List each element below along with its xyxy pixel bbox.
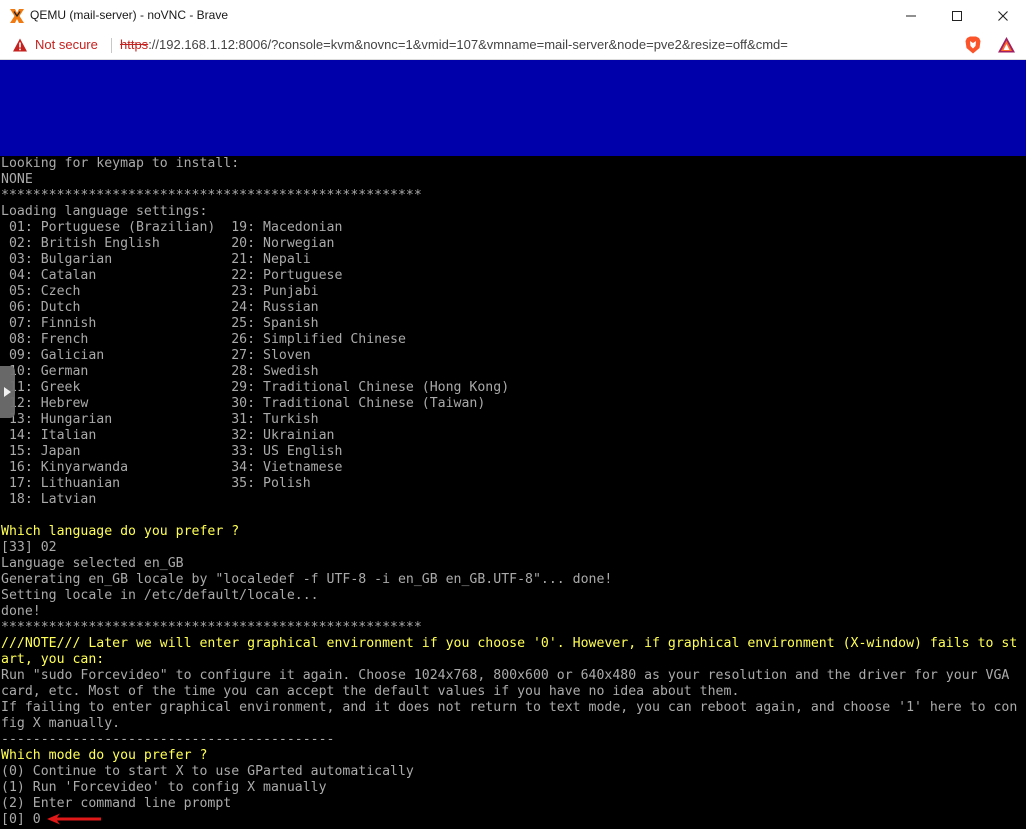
novnc-sidebar-handle[interactable]	[0, 366, 15, 418]
qemu-app-icon	[10, 9, 24, 23]
terminal-line: Loading language settings:	[1, 204, 208, 219]
terminal-line: [33] 02	[1, 540, 57, 555]
terminal-line: 15: Japan 33: US English	[1, 444, 343, 459]
terminal-line: 01: Portuguese (Brazilian) 19: Macedonia…	[1, 220, 343, 235]
close-icon	[998, 10, 1008, 21]
terminal-line: 16: Kinyarwanda 34: Vietnamese	[1, 460, 343, 475]
terminal-line: 07: Finnish 25: Spanish	[1, 316, 319, 331]
console-blue-banner	[0, 60, 1026, 156]
terminal-line: ****************************************…	[1, 188, 422, 203]
minimize-icon	[906, 15, 916, 16]
terminal-line: 17: Lithuanian 35: Polish	[1, 476, 311, 491]
terminal-line: done!	[1, 604, 41, 619]
terminal-line: 13: Hungarian 31: Turkish	[1, 412, 319, 427]
not-secure-label[interactable]: Not secure	[35, 37, 98, 52]
chevron-right-icon	[4, 387, 11, 397]
minimize-button[interactable]	[888, 0, 934, 31]
terminal-line: 18: Latvian	[1, 492, 97, 507]
address-separator	[111, 38, 112, 53]
terminal-line: Generating en_GB locale by "localedef -f…	[1, 572, 613, 587]
terminal-line: 10: German 28: Swedish	[1, 364, 319, 379]
terminal-line: Setting locale in /etc/default/locale...	[1, 588, 319, 603]
terminal-line: card, etc. Most of the time you can acce…	[1, 684, 740, 699]
terminal-line: ****************************************…	[1, 620, 422, 635]
terminal-line: Which language do you prefer ?	[1, 524, 240, 539]
terminal-line: [0] 0	[1, 812, 41, 827]
url-text[interactable]: https://192.168.1.12:8006/?console=kvm&n…	[120, 37, 940, 52]
url-path: ://192.168.1.12:8006/?console=kvm&novnc=…	[148, 37, 788, 52]
terminal-line: 05: Czech 23: Punjabi	[1, 284, 319, 299]
terminal-line: (1) Run 'Forcevideo' to config X manuall…	[1, 780, 327, 795]
terminal-line: ----------------------------------------…	[1, 732, 335, 747]
terminal-line: 03: Bulgarian 21: Nepali	[1, 252, 311, 267]
window-title: QEMU (mail-server) - noVNC - Brave	[30, 8, 229, 22]
terminal-line: (2) Enter command line prompt	[1, 796, 232, 811]
terminal-line: 09: Galician 27: Sloven	[1, 348, 311, 363]
close-button[interactable]	[980, 0, 1026, 31]
window-titlebar[interactable]: QEMU (mail-server) - noVNC - Brave	[0, 0, 1026, 32]
url-scheme: https	[120, 37, 149, 52]
terminal-line: 11: Greek 29: Traditional Chinese (Hong …	[1, 380, 510, 395]
warning-icon[interactable]	[12, 37, 28, 53]
terminal-line: If failing to enter graphical environmen…	[1, 700, 1018, 715]
brave-rewards-icon[interactable]	[997, 36, 1016, 54]
terminal-line: (0) Continue to start X to use GParted a…	[1, 764, 414, 779]
terminal-line: ///NOTE/// Later we will enter graphical…	[1, 636, 1018, 651]
address-bar[interactable]: Not secure https://192.168.1.12:8006/?co…	[0, 31, 1026, 60]
terminal-line: 14: Italian 32: Ukrainian	[1, 428, 335, 443]
terminal-line: Language selected en_GB	[1, 556, 184, 571]
terminal-line: Which mode do you prefer ?	[1, 748, 208, 763]
maximize-button[interactable]	[934, 0, 980, 31]
terminal-line: 12: Hebrew 30: Traditional Chinese (Taiw…	[1, 396, 486, 411]
terminal-line: Run "sudo Forcevideo" to configure it ag…	[1, 668, 1010, 683]
terminal-line: fig X manually.	[1, 716, 121, 731]
terminal-line: art, you can:	[1, 652, 105, 667]
brave-shields-icon[interactable]	[963, 35, 983, 55]
terminal-line: 04: Catalan 22: Portuguese	[1, 268, 343, 283]
terminal-line: 06: Dutch 24: Russian	[1, 300, 319, 315]
maximize-icon	[952, 10, 962, 21]
terminal-output[interactable]: Looking for keymap to install: NONE ******…	[1, 156, 1025, 829]
terminal-line: 08: French 26: Simplified Chinese	[1, 332, 406, 347]
vnc-console[interactable]: Looking for keymap to install: NONE ******…	[0, 60, 1026, 829]
terminal-line: Looking for keymap to install:	[1, 156, 240, 171]
terminal-line: NONE	[1, 172, 33, 187]
red-arrow-annotation	[47, 813, 101, 825]
terminal-line: 02: British English 20: Norwegian	[1, 236, 335, 251]
